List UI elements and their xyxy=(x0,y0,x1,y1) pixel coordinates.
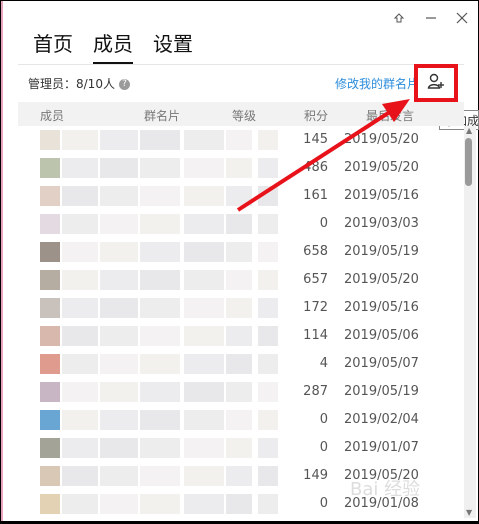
red-arrow-annotation xyxy=(236,99,410,212)
